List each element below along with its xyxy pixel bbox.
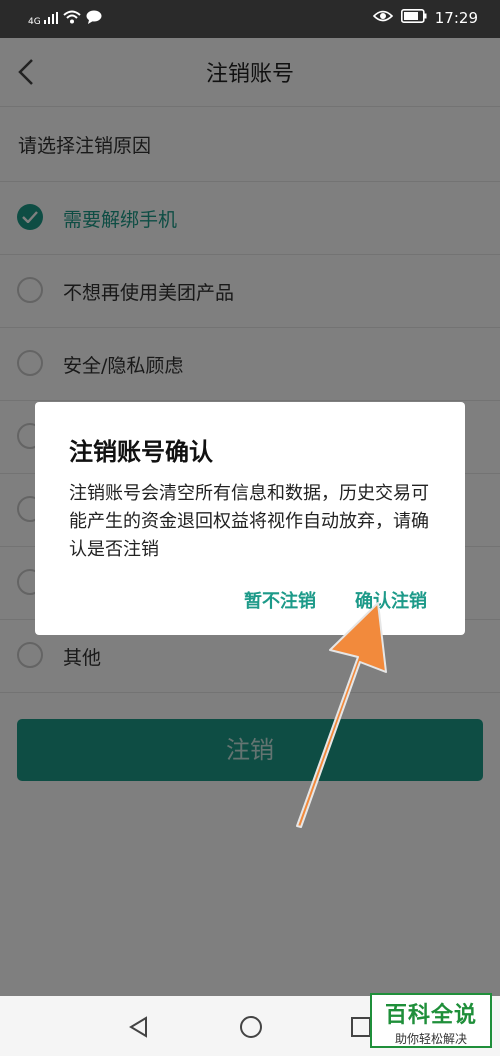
signal-icon: 4G [28,11,58,27]
dialog-title: 注销账号确认 [69,438,213,466]
nav-home-icon[interactable] [239,1015,263,1039]
nav-back-icon[interactable] [128,1016,150,1038]
battery-icon [400,9,427,27]
confirm-deactivation-button[interactable]: 确认注销 [355,587,427,613]
status-right: 17:29 [372,9,478,27]
status-bar: 4G 17:29 [0,0,500,38]
watermark-subtitle: 助你轻松解决 [394,1032,467,1046]
app-screen: 4G 17:29 注销账号 请选择注销原因 [0,0,500,1056]
dialog-message: 注销账号会清空所有信息和数据，历史交易可能产生的资金退回权益将视作自动放弃，请确… [69,483,429,560]
status-left: 4G [28,10,102,28]
clock: 17:29 [434,9,478,27]
network-type: 4G [28,16,41,27]
watermark-title: 百科全说 [384,1003,477,1028]
wifi-icon [62,10,81,28]
confirm-dialog: 注销账号确认 注销账号会清空所有信息和数据，历史交易可能产生的资金退回权益将视作… [35,402,465,635]
nav-recents-icon[interactable] [350,1016,372,1038]
watermark-logo: 百科全说 助你轻松解决 [370,993,492,1048]
cancel-deactivation-button[interactable]: 暂不注销 [244,587,316,613]
eye-icon [372,9,393,27]
chat-bubble-icon [86,10,102,28]
